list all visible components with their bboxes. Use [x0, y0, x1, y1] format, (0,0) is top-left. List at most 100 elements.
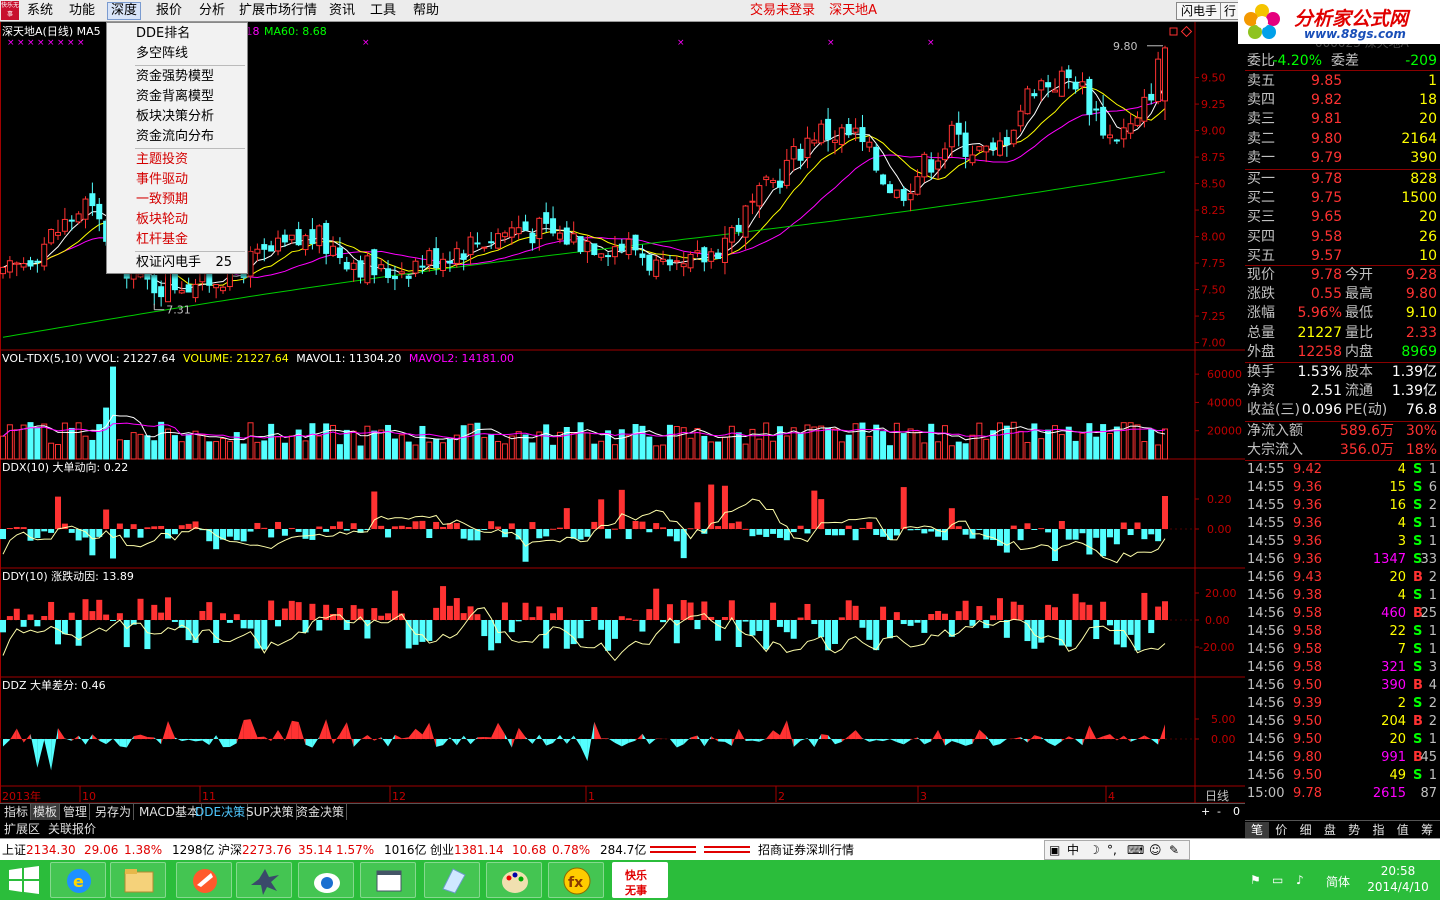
trade-login-status[interactable]: 交易未登录 [750, 3, 815, 18]
tick-row[interactable]: 14:56 9.80 991 B 45 [1245, 749, 1440, 767]
dropdown-item[interactable]: 多空阵线 [108, 44, 246, 64]
ime-icon[interactable]: ▣ [1049, 841, 1060, 859]
right-tab[interactable]: 笔 [1245, 822, 1269, 838]
menu-extended-market[interactable]: 扩展市场行情 [236, 2, 320, 20]
ask-row[interactable]: 卖四 9.82 18 [1245, 91, 1440, 110]
taskbar-notes-icon[interactable] [424, 862, 480, 898]
menu-system[interactable]: 系统 [24, 2, 56, 20]
indicator-tab[interactable]: SUP决策 [244, 804, 297, 821]
indicator-tab[interactable]: DDE决策 [193, 804, 249, 821]
menu-news[interactable]: 资讯 [326, 2, 358, 20]
zoom-in-button[interactable]: + [1201, 805, 1210, 818]
indicator-tab[interactable]: 管理 [61, 804, 91, 821]
menu-depth[interactable]: 深度 [107, 2, 142, 20]
indicator-tab[interactable]: 另存为 [93, 804, 135, 821]
tick-row[interactable]: 14:56 9.38 4 S 1 [1245, 587, 1440, 605]
dropdown-item[interactable]: 权证闪电手 25 [108, 253, 246, 273]
row-button[interactable]: 行 [1220, 2, 1241, 20]
taskbar-analyst-icon[interactable]: fx [548, 862, 604, 898]
tick-row[interactable]: 14:56 9.50 20 S 1 [1245, 731, 1440, 749]
dropdown-item[interactable]: 板块决策分析 [108, 107, 246, 127]
windows-start-icon[interactable] [6, 864, 42, 896]
bid-row[interactable]: 买二 9.75 1500 [1245, 189, 1440, 208]
broker-feed[interactable]: 招商证券深圳行情 [758, 839, 854, 860]
right-tab[interactable]: 细 [1294, 822, 1318, 838]
tray-volume-icon[interactable]: ♪ [1296, 873, 1304, 887]
tick-row[interactable]: 14:56 9.39 2 S 2 [1245, 695, 1440, 713]
right-tab[interactable]: 价 [1269, 822, 1293, 838]
candle-body [34, 260, 41, 263]
tick-row[interactable]: 15:00 9.78 2615 87 [1245, 785, 1440, 803]
right-tab[interactable]: 筹 [1415, 822, 1439, 838]
bid-row[interactable]: 买四 9.58 26 [1245, 228, 1440, 247]
tray-flag-icon[interactable]: ⚑ [1250, 873, 1261, 887]
ime-moon-icon[interactable]: ☽ [1089, 841, 1100, 859]
tick-row[interactable]: 14:56 9.58 321 S 3 [1245, 659, 1440, 677]
menu-help[interactable]: 帮助 [410, 2, 442, 20]
taskbar-network-icon[interactable] [236, 862, 292, 898]
flash-trade-button[interactable]: 闪电手 [1176, 2, 1223, 20]
taskbar-ie-icon[interactable]: e [50, 862, 106, 898]
bid-row[interactable]: 买一 9.78 828 [1245, 170, 1440, 189]
dropdown-item[interactable]: DDE排名 [108, 24, 246, 44]
tick-row[interactable]: 14:56 9.50 49 S 1 [1245, 767, 1440, 785]
dropdown-item[interactable]: 事件驱动 [108, 170, 246, 190]
zoom-out-button[interactable]: - [1217, 805, 1221, 818]
tick-row[interactable]: 14:56 9.50 204 B 2 [1245, 713, 1440, 731]
taskbar-folder-icon[interactable] [110, 862, 166, 898]
dropdown-item[interactable]: 资金强势模型 [108, 67, 246, 87]
dropdown-item[interactable]: 一致预期 [108, 190, 246, 210]
dropdown-item[interactable]: 杠杆基金 [108, 230, 246, 250]
ime-punct-icon[interactable]: °, [1107, 841, 1117, 859]
menu-tools[interactable]: 工具 [367, 2, 399, 20]
menu-function[interactable]: 功能 [66, 2, 98, 20]
right-tab[interactable]: 指 [1367, 822, 1391, 838]
taskbar-app-red-icon[interactable] [176, 862, 232, 898]
ime-tool-icon[interactable]: ✎ [1169, 841, 1179, 859]
ime-keyboard-icon[interactable]: ⌨ [1127, 841, 1144, 859]
ask-row[interactable]: 卖一 9.79 390 [1245, 149, 1440, 168]
tick-row[interactable]: 14:56 9.36 1347 S 33 [1245, 551, 1440, 569]
indicator-tab[interactable]: 指标 [2, 804, 32, 821]
indicator-tab[interactable]: 模板 [31, 804, 61, 821]
tick-row[interactable]: 14:55 9.36 15 S 6 [1245, 479, 1440, 497]
tick-row[interactable]: 14:55 9.36 4 S 1 [1245, 515, 1440, 533]
zoom-reset-button[interactable]: 0 [1233, 805, 1240, 818]
tray-monitor-icon[interactable]: ▭ [1272, 873, 1283, 887]
candle-body [646, 254, 653, 271]
dropdown-item[interactable]: 主题投资 [108, 150, 246, 170]
dropdown-item[interactable]: 资金流向分布 [108, 127, 246, 147]
tick-row[interactable]: 14:56 9.58 7 S 1 [1245, 641, 1440, 659]
tick-row[interactable]: 14:55 9.36 3 S 1 [1245, 533, 1440, 551]
dropdown-item[interactable]: 板块轮动 [108, 210, 246, 230]
menu-quote[interactable]: 报价 [153, 2, 185, 20]
extension-tab[interactable]: 关联报价 [46, 821, 98, 837]
taskbar-paint-icon[interactable] [486, 862, 542, 898]
tick-row[interactable]: 14:56 9.50 390 B 4 [1245, 677, 1440, 695]
ime-language[interactable]: 中 [1067, 841, 1079, 859]
right-tab[interactable]: 值 [1391, 822, 1415, 838]
dropdown-item[interactable]: 资金背离模型 [108, 87, 246, 107]
tick-row[interactable]: 14:56 9.58 460 B 25 [1245, 605, 1440, 623]
extension-tab[interactable]: 扩展区 [2, 821, 42, 837]
indicator-tab[interactable]: 资金决策 [294, 804, 348, 821]
tick-row[interactable]: 14:56 9.58 22 S 1 [1245, 623, 1440, 641]
ime-toolbar[interactable]: ▣ 中 ☽ °, ⌨ ☺ ✎ [1044, 840, 1190, 860]
tick-row[interactable]: 14:55 9.42 4 S 1 [1245, 461, 1440, 479]
tick-row[interactable]: 14:56 9.43 20 B 2 [1245, 569, 1440, 587]
ime-user-icon[interactable]: ☺ [1149, 841, 1162, 859]
ask-row[interactable]: 卖二 9.80 2164 [1245, 130, 1440, 149]
taskbar-weibo-icon[interactable] [298, 862, 354, 898]
ask-row[interactable]: 卖五 9.85 1 [1245, 72, 1440, 91]
tick-row[interactable]: 14:55 9.36 16 S 2 [1245, 497, 1440, 515]
bid-row[interactable]: 买五 9.57 10 [1245, 247, 1440, 266]
right-tab[interactable]: 势 [1342, 822, 1366, 838]
tray-language[interactable]: 简体 [1326, 873, 1350, 890]
taskbar-clock[interactable]: 20:58 2014/4/10 [1362, 863, 1434, 895]
right-tab[interactable]: 盘 [1318, 822, 1342, 838]
ask-row[interactable]: 卖三 9.81 20 [1245, 110, 1440, 129]
taskbar-happy-icon[interactable]: 快乐 无事 [612, 862, 668, 898]
taskbar-window-icon[interactable] [360, 862, 416, 898]
menu-analysis[interactable]: 分析 [196, 2, 228, 20]
bid-row[interactable]: 买三 9.65 20 [1245, 208, 1440, 227]
